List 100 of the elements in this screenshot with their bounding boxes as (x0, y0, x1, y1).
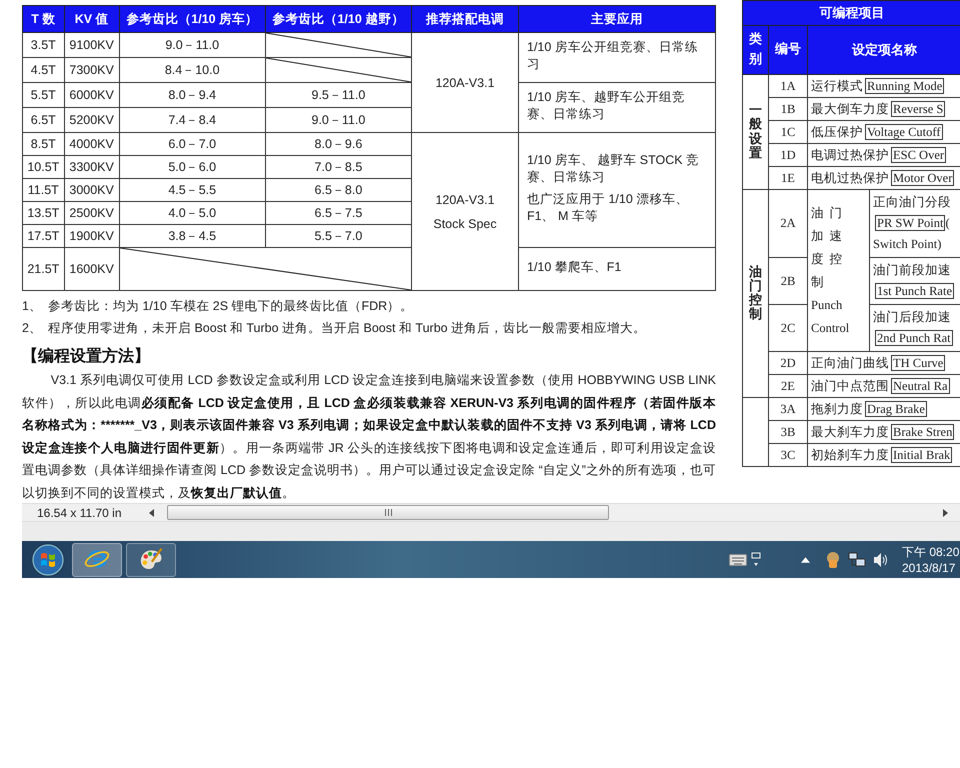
paint-button[interactable] (126, 542, 176, 576)
table-cell: 8.4－10.0 (119, 58, 266, 82)
table-cell: 13.5T (22, 202, 64, 224)
note-number: 2、 (22, 320, 43, 337)
table-cell: 8.0－9.4 (119, 82, 266, 108)
setting-key: TH Curve (891, 354, 946, 370)
table-cell: 6.5T (22, 108, 64, 132)
esc-model-text: 120A-V3.1 (434, 74, 496, 92)
column-header: 编号 (768, 26, 808, 74)
table-cell: 5200KV (64, 108, 120, 132)
table-cell: 3A (768, 398, 808, 420)
setting-name: 电机过热保护 (811, 170, 889, 184)
setting-key-continuation: Switch Point) (873, 237, 942, 251)
application-text: 1/10 攀爬车、F1 (527, 259, 622, 276)
table-title: 可编程项目 (742, 0, 960, 26)
application-text: 1/10 房车、越野车公开组竞赛、日常练习 (527, 89, 686, 123)
table-cell: 5.0－6.0 (119, 156, 266, 178)
windows-logo-icon (32, 544, 64, 576)
scrollbar-thumb[interactable] (167, 505, 609, 520)
table-cell: 3B (768, 420, 808, 444)
table-cell: 5.5T (22, 82, 64, 108)
note-text: 程序使用零进角，未开启 Boost 和 Turbo 进角。当开启 Boost 和 Turbo 进角后，齿比一般需要相应增大。 (48, 321, 646, 335)
esc-model-text: 120A-V3.1 (434, 192, 496, 208)
setting-key: Running Mode (865, 78, 944, 94)
table-cell: 11.5T (22, 178, 64, 202)
setting-name: 油门中点范围 (811, 378, 889, 392)
setting-key: Neutral Ra (891, 378, 950, 394)
table-cell: 4000KV (64, 132, 120, 156)
table-cell: 6.0－7.0 (119, 132, 266, 156)
application-text: 1/10 房车公开组竞赛、日常练习 (527, 39, 699, 73)
arrow-left-icon[interactable] (149, 508, 155, 516)
caret-up-icon[interactable] (801, 556, 810, 562)
setting-key: Voltage Cutoff (865, 124, 942, 140)
setting-name: 运行模式 (811, 78, 863, 92)
table-cell: 9100KV (64, 32, 120, 58)
setting-key: Brake Stren (891, 424, 954, 440)
table-cell: 21.5T (22, 248, 64, 290)
table-cell: 1C (768, 120, 808, 144)
window-options-icon[interactable] (751, 552, 761, 568)
setting-name: 正向油门曲线 (811, 356, 889, 370)
table-cell: 3.5T (22, 32, 64, 58)
setting-name: 初始刹车力度 (811, 448, 889, 462)
table-cell: 6000KV (64, 82, 120, 108)
setting-key: Reverse S (891, 100, 946, 116)
category-label: 油门控制 (749, 264, 762, 322)
table-cell: 3300KV (64, 156, 120, 178)
table-cell: 2D (768, 352, 808, 374)
column-header: KV 值 (64, 6, 120, 32)
category-label: 一般设置 (749, 103, 762, 160)
setting-key: Initial Brak (891, 446, 952, 462)
section-heading: 【编程设置方法】 (22, 346, 151, 367)
table-cell: 8.0－9.6 (265, 132, 412, 156)
volume-icon[interactable] (872, 550, 890, 568)
esc-model-text: Stock Spec (432, 216, 498, 233)
note-number: 1、 (22, 298, 43, 315)
setting-key: 1st Punch Rate (875, 283, 954, 299)
application-text: 也广泛应用于 1/10 漂移车、F1、 M 车等 (527, 191, 690, 225)
table-cell: 1E (768, 166, 808, 190)
setting-key: 2nd Punch Rat (875, 330, 953, 346)
column-header: 主要应用 (518, 6, 716, 32)
table-cell: 2A (768, 190, 808, 258)
setting-name: 最大倒车力度 (811, 102, 889, 116)
table-cell: 10.5T (22, 156, 64, 178)
table-cell: 1900KV (64, 224, 120, 248)
setting-name: 电调过热保护 (811, 148, 889, 162)
group-label: Punch Control (811, 296, 850, 336)
group-label: 油门加速度控制 (811, 204, 850, 290)
table-cell: 4.5－5.5 (119, 178, 266, 202)
table-cell: 3000KV (64, 178, 120, 202)
column-header: 参考齿比（1/10 越野） (265, 6, 412, 32)
table-cell: 4.0－5.0 (119, 202, 266, 224)
grip-icon (384, 509, 392, 516)
table-cell: 8.5T (22, 132, 64, 156)
setting-name: 正向油门分段 (873, 195, 951, 209)
table-cell: 1B (768, 98, 808, 120)
keyboard-icon[interactable] (729, 554, 747, 566)
table-cell: 17.5T (22, 224, 64, 248)
setting-name: 最大刹车力度 (811, 424, 889, 438)
table-cell: 1A (768, 74, 808, 98)
setting-name: 油门后段加速 (873, 310, 951, 324)
setting-key: PR SW Point (875, 215, 946, 231)
setting-name: 低压保护 (811, 124, 863, 138)
paragraph: V3.1 系列电调仅可使用 LCD 参数设定盒或利用 LCD 设定盒连接到电脑端来设置参数（使用 HOBBYWING USB LINK 软件），所以此电调必须配备 LCD 设定盒使用，且 LCD 盒必须装载兼容 XERUN-V3 系列电调的固件程序（若固件版本名称格式为：*******_V3，则表示该固件兼容 V3 系列电调；如果设定盒中默认装载的固件不支持 V3 系列电调，请将 LCD 设定盒连接个人电脑进行固件更新）。用一条两端带 JR 公头的连接线按下图将电调和设定盒连通后，即可利用设定盒设置电调参数（具体详细操作请查阅 LCD 参数设定盒说明书）。用户可以通过设定盒设定除 “自定义”之外的所有选项，也可以切换到不同的设置模式，及恢复出厂默认值。 (22, 372, 716, 502)
column-header: 参考齿比（1/10 房车） (119, 6, 266, 32)
table-cell: 3.8－4.5 (119, 224, 266, 248)
table-cell: 7300KV (64, 58, 120, 82)
table-cell: 4.5T (22, 58, 64, 82)
page-size-text: 16.54 x 11.70 in (36, 506, 123, 520)
network-icon[interactable] (848, 550, 866, 568)
column-header: T 数 (22, 6, 64, 32)
column-header: 设定项名称 (808, 26, 960, 74)
application-text: 1/10 房车、 越野车 STOCK 竞赛、日常练习 (527, 152, 700, 186)
setting-key-suffix: ( (945, 216, 950, 230)
table-cell: 1600KV (64, 248, 120, 290)
clock-date[interactable]: 2013/8/17 (902, 560, 960, 576)
arrow-right-icon[interactable] (942, 508, 948, 516)
note-text: 参考齿比：均为 1/10 车模在 2S 锂电下的最终齿比值（FDR）。 (48, 299, 414, 313)
setting-key: Drag Brake (865, 400, 927, 416)
table-cell: 2E (768, 374, 808, 398)
clock-time[interactable]: 下午 08:20 (902, 544, 960, 560)
